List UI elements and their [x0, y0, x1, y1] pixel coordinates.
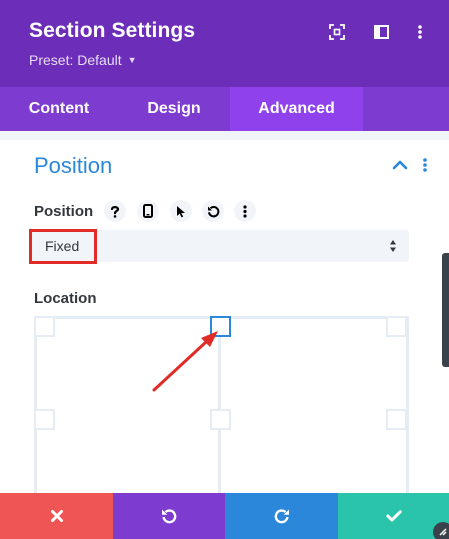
undo-button[interactable]: [113, 493, 225, 539]
redo-button[interactable]: [225, 493, 338, 539]
section-more-icon[interactable]: [418, 155, 432, 175]
section-settings-panel: Section Settings Preset: Default ▼ Conte…: [0, 0, 449, 539]
tab-content[interactable]: Content: [0, 87, 118, 131]
location-handle-center-left[interactable]: [34, 409, 55, 430]
preset-label: Preset: Default: [29, 52, 122, 68]
section-title[interactable]: Position: [34, 153, 112, 179]
preset-dropdown[interactable]: Preset: Default ▼: [29, 52, 137, 68]
location-handle-center-right[interactable]: [386, 409, 407, 430]
cursor-icon[interactable]: [170, 200, 192, 222]
cancel-button[interactable]: [0, 493, 113, 539]
tab-advanced[interactable]: Advanced: [230, 87, 363, 131]
close-icon: [50, 510, 63, 522]
check-icon: [385, 510, 402, 522]
annotation-highlight-box: [29, 229, 97, 264]
sidebar-toggle-icon[interactable]: [371, 22, 391, 42]
caret-down-icon: ▼: [127, 55, 137, 65]
location-handle-top-right[interactable]: [386, 316, 407, 337]
settings-tabs: Content Design Advanced: [0, 87, 449, 131]
expand-icon[interactable]: [327, 22, 347, 42]
panel-header: Section Settings Preset: Default ▼: [0, 0, 449, 87]
settings-body: Position Position Fixed Location: [0, 131, 449, 496]
mobile-icon[interactable]: [137, 200, 159, 222]
panel-title: Section Settings: [29, 19, 196, 42]
body-top-strip: [0, 131, 449, 140]
reset-icon[interactable]: [202, 200, 224, 222]
location-grid-divider: [218, 316, 221, 496]
more-vertical-icon[interactable]: [410, 22, 430, 42]
resize-handle-icon[interactable]: [433, 522, 449, 539]
more-options-icon[interactable]: [234, 200, 256, 222]
position-label: Position: [34, 203, 94, 220]
location-label: Location: [34, 290, 97, 307]
tab-design[interactable]: Design: [118, 87, 230, 131]
redo-icon: [274, 509, 289, 524]
location-handle-top-center[interactable]: [210, 316, 231, 337]
undo-icon: [162, 509, 177, 524]
chevron-up-icon[interactable]: [390, 157, 410, 173]
location-grid: [34, 316, 409, 496]
action-bar: [0, 493, 449, 539]
location-handle-top-left[interactable]: [34, 316, 55, 337]
scrollbar-thumb[interactable]: [442, 253, 449, 367]
location-handle-center[interactable]: [210, 409, 231, 430]
help-icon[interactable]: [104, 200, 126, 222]
select-arrows-icon: [390, 240, 396, 252]
